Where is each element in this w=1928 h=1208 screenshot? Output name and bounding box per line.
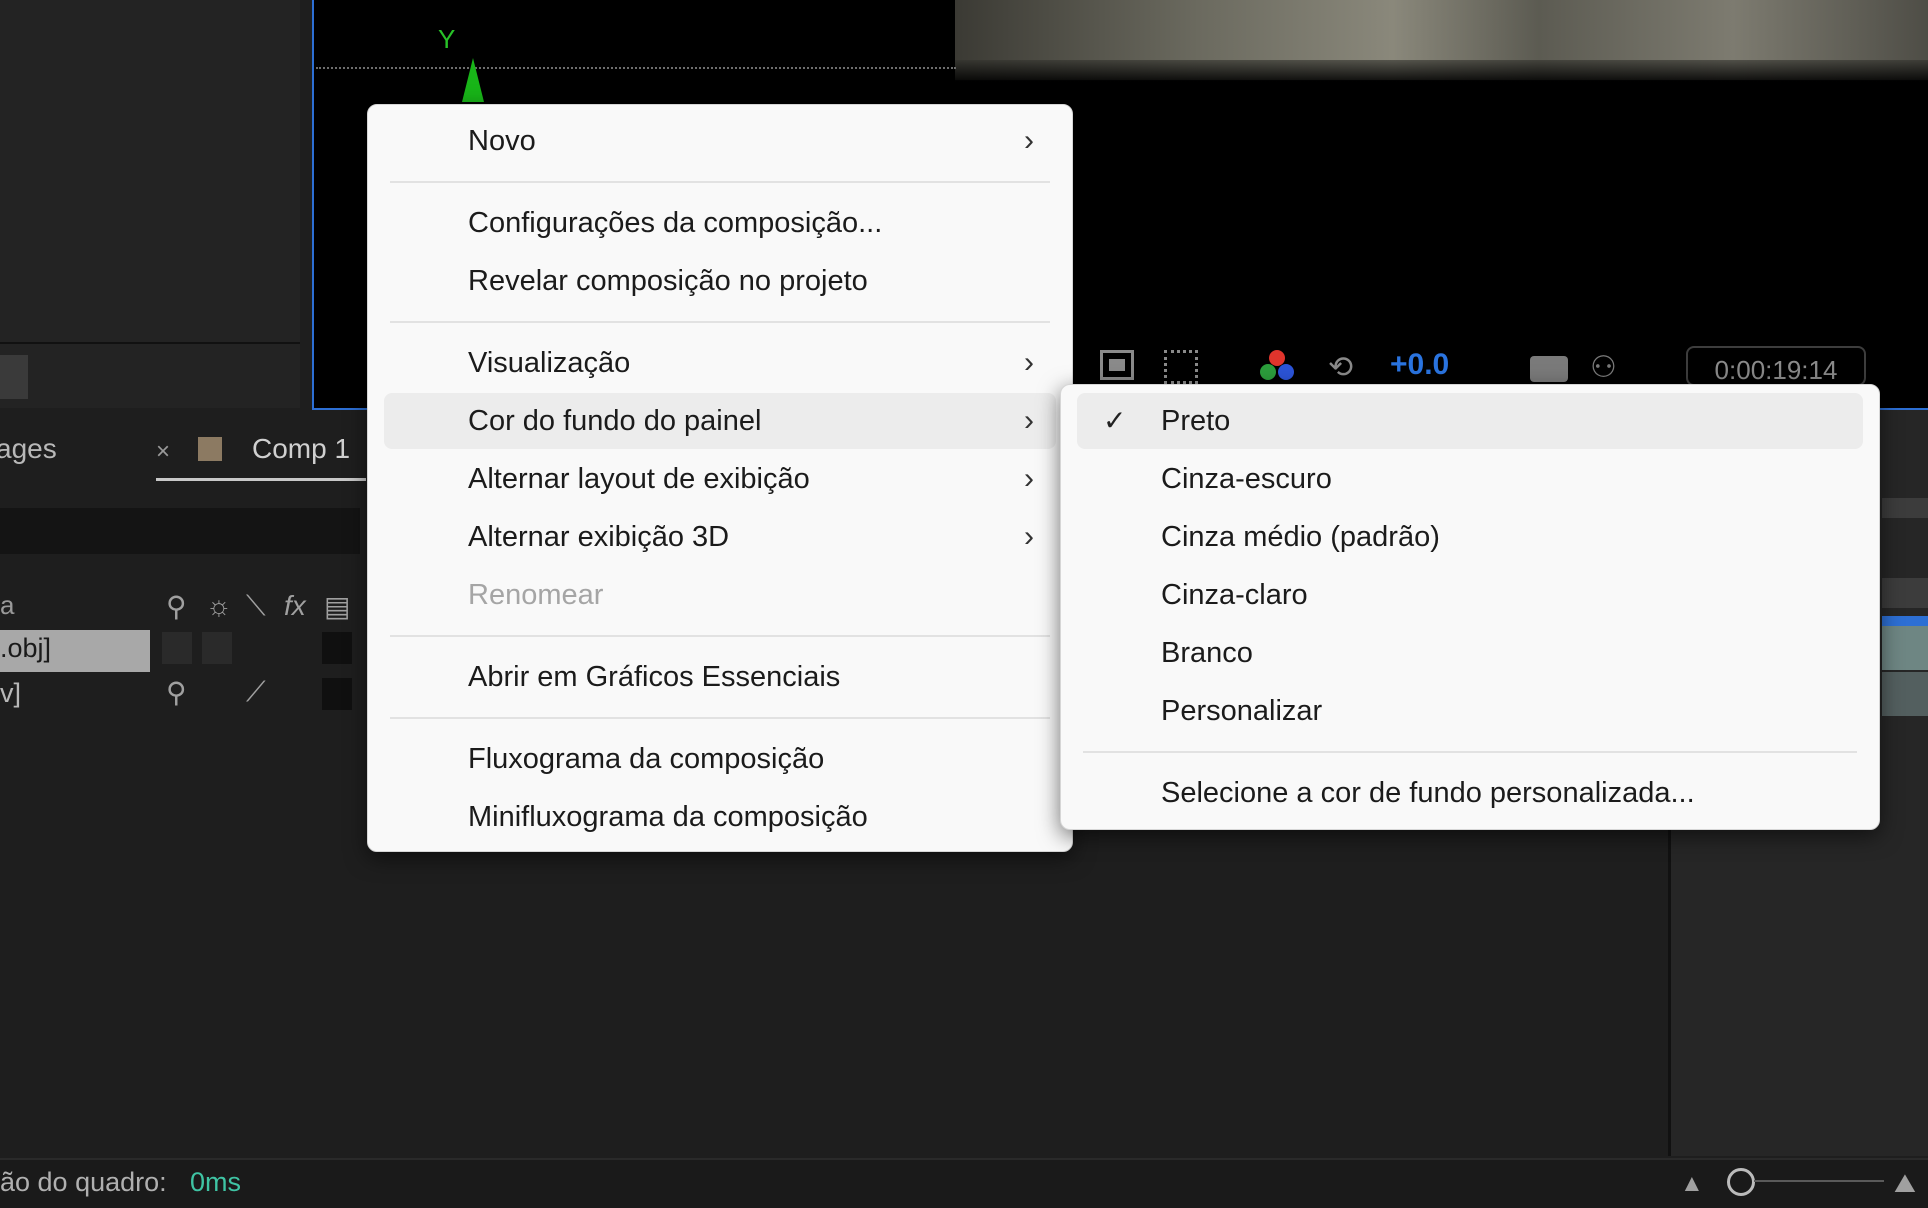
menu-item-open-essential-graphics[interactable]: Abrir em Gráficos Essenciais bbox=[384, 649, 1056, 705]
submenu-item-personalizar[interactable]: Personalizar bbox=[1077, 683, 1863, 739]
menu-item-rename: Renomear bbox=[384, 567, 1056, 623]
menu-separator bbox=[390, 635, 1050, 637]
project-panel bbox=[0, 0, 300, 408]
menu-separator bbox=[390, 717, 1050, 719]
layer-bar[interactable] bbox=[1882, 626, 1928, 670]
submenu-item-select-custom-color[interactable]: Selecione a cor de fundo personalizada..… bbox=[1077, 765, 1863, 821]
zoom-out-icon[interactable]: ▲ bbox=[1680, 1170, 1704, 1198]
frame-render-label: ão do quadro: bbox=[0, 1167, 167, 1197]
menu-item-toggle-3d-view[interactable]: Alternar exibição 3D › bbox=[384, 509, 1056, 565]
frame-render-value: 0ms bbox=[190, 1167, 242, 1197]
solo-icon[interactable]: ☼ bbox=[206, 590, 232, 622]
chevron-right-icon: › bbox=[1024, 124, 1034, 157]
menu-item-label: Preto bbox=[1161, 405, 1231, 437]
camera-snapshot-icon[interactable] bbox=[1530, 356, 1568, 382]
submenu-item-preto[interactable]: ✓ Preto bbox=[1077, 393, 1863, 449]
layer-name[interactable]: v] bbox=[0, 678, 21, 709]
zoom-in-icon[interactable]: ⛰ bbox=[1894, 1168, 1916, 1200]
menu-item-label: Personalizar bbox=[1161, 695, 1323, 727]
channel-icon[interactable] bbox=[1260, 350, 1294, 384]
zoom-slider-track[interactable] bbox=[1754, 1180, 1884, 1182]
axis-y-arrow-icon[interactable] bbox=[462, 58, 484, 102]
exposure-reset-icon[interactable]: ⟲ bbox=[1328, 350, 1360, 384]
tab-images[interactable]: ages bbox=[0, 433, 57, 465]
menu-item-composition-flowchart[interactable]: Fluxograma da composição bbox=[384, 731, 1056, 787]
shy-icon[interactable]: ⚲ bbox=[166, 590, 187, 623]
tab-close-icon[interactable]: × bbox=[156, 438, 170, 466]
timeline-search-bar[interactable] bbox=[0, 508, 360, 554]
menu-item-label: Renomear bbox=[468, 579, 604, 611]
quality-icon[interactable]: ⟋ bbox=[246, 676, 266, 709]
region-of-interest-icon[interactable] bbox=[1100, 350, 1134, 380]
menu-item-label: Selecione a cor de fundo personalizada..… bbox=[1161, 777, 1695, 809]
menu-separator bbox=[1083, 751, 1857, 753]
menu-item-toggle-view-layout[interactable]: Alternar layout de exibição › bbox=[384, 451, 1056, 507]
menu-item-panel-background-color[interactable]: Cor do fundo do painel › bbox=[384, 393, 1056, 449]
menu-item-label: Visualização bbox=[468, 347, 631, 379]
submenu-item-branco[interactable]: Branco bbox=[1077, 625, 1863, 681]
timecode-display[interactable]: 0:00:19:14 bbox=[1686, 346, 1866, 386]
footage-edge bbox=[955, 60, 1928, 82]
menu-item-label: Configurações da composição... bbox=[468, 207, 883, 239]
tab-comp-1[interactable]: Comp 1 bbox=[252, 433, 350, 465]
layer-switch[interactable] bbox=[162, 632, 192, 664]
submenu-item-cinza-escuro[interactable]: Cinza-escuro bbox=[1077, 451, 1863, 507]
layer-switch[interactable] bbox=[202, 632, 232, 664]
work-area-bar[interactable] bbox=[1882, 616, 1928, 626]
menu-item-label: Revelar composição no projeto bbox=[468, 265, 868, 297]
layer-switch[interactable] bbox=[322, 678, 352, 710]
chevron-right-icon: › bbox=[1024, 520, 1034, 553]
shy-icon[interactable]: ⚲ bbox=[166, 676, 187, 709]
submenu-item-cinza-claro[interactable]: Cinza-claro bbox=[1077, 567, 1863, 623]
menu-item-label: Cinza-escuro bbox=[1161, 463, 1332, 495]
menu-item-view[interactable]: Visualização › bbox=[384, 335, 1056, 391]
frame-blend-icon[interactable]: ▤ bbox=[324, 590, 350, 623]
layer-name-header: a bbox=[0, 590, 15, 620]
zoom-slider-knob[interactable] bbox=[1727, 1168, 1755, 1196]
chevron-right-icon: › bbox=[1024, 346, 1034, 379]
menu-separator bbox=[390, 181, 1050, 183]
quality-icon[interactable]: ⟍ bbox=[246, 590, 266, 623]
menu-item-label: Minifluxograma da composição bbox=[468, 801, 868, 833]
menu-item-composition-settings[interactable]: Configurações da composição... bbox=[384, 195, 1056, 251]
menu-item-reveal-in-project[interactable]: Revelar composição no projeto bbox=[384, 253, 1056, 309]
submenu-item-cinza-medio[interactable]: Cinza médio (padrão) bbox=[1077, 509, 1863, 565]
chevron-right-icon: › bbox=[1024, 462, 1034, 495]
checkmark-icon: ✓ bbox=[1103, 405, 1127, 436]
layer-name[interactable]: .obj] bbox=[0, 633, 51, 664]
axis-y-label: Y bbox=[438, 24, 456, 54]
active-tab-indicator bbox=[156, 478, 366, 481]
menu-item-novo[interactable]: Novo › bbox=[384, 113, 1056, 169]
menu-item-label: Alternar exibição 3D bbox=[468, 521, 730, 553]
track-header bbox=[1882, 498, 1928, 518]
effects-icon[interactable]: fx bbox=[284, 590, 306, 622]
transparency-grid-icon[interactable] bbox=[1164, 350, 1198, 384]
menu-item-label: Novo bbox=[468, 125, 536, 157]
layer-bar[interactable] bbox=[1882, 672, 1928, 716]
menu-item-label: Branco bbox=[1161, 637, 1253, 669]
status-bar bbox=[0, 1158, 1928, 1208]
exposure-value[interactable]: +0.0 bbox=[1390, 348, 1449, 382]
menu-item-composition-mini-flowchart[interactable]: Minifluxograma da composição bbox=[384, 789, 1056, 845]
menu-item-label: Fluxograma da composição bbox=[468, 743, 825, 775]
menu-item-label: Alternar layout de exibição bbox=[468, 463, 810, 495]
menu-item-label: Abrir em Gráficos Essenciais bbox=[468, 661, 841, 693]
track-header bbox=[1882, 578, 1928, 608]
layer-switch[interactable] bbox=[322, 632, 352, 664]
menu-item-label: Cinza médio (padrão) bbox=[1161, 521, 1440, 553]
show-snapshot-icon[interactable]: ⚇ bbox=[1590, 350, 1622, 384]
viewer-toolbar: ⟲ +0.0 ⚇ 0:00:19:14 bbox=[1060, 346, 1928, 386]
project-thumbnail[interactable] bbox=[0, 355, 28, 399]
chevron-right-icon: › bbox=[1024, 404, 1034, 437]
context-menu: Novo › Configurações da composição... Re… bbox=[367, 104, 1073, 852]
comp-color-swatch bbox=[198, 437, 222, 461]
menu-separator bbox=[390, 321, 1050, 323]
guide-line bbox=[316, 67, 956, 69]
menu-item-label: Cor do fundo do painel bbox=[468, 405, 762, 437]
panel-divider bbox=[0, 342, 300, 344]
submenu-panel-background-color: ✓ Preto Cinza-escuro Cinza médio (padrão… bbox=[1060, 384, 1880, 830]
menu-item-label: Cinza-claro bbox=[1161, 579, 1308, 611]
